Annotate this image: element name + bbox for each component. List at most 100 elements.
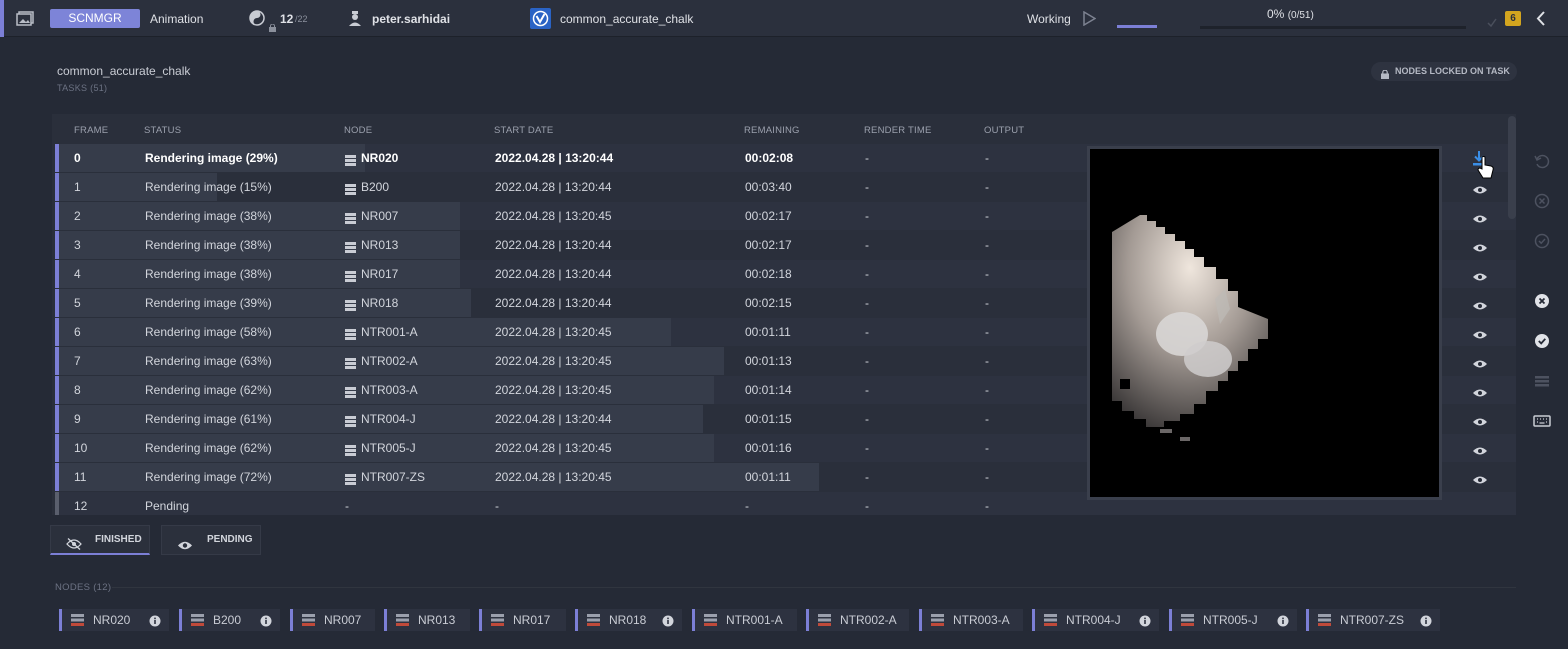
nodes-divider bbox=[112, 587, 1516, 588]
list-icon[interactable] bbox=[1533, 372, 1551, 390]
cell-node[interactable]: NTR004-J bbox=[361, 412, 416, 426]
cell-render-time: - bbox=[865, 412, 869, 426]
info-icon[interactable] bbox=[260, 614, 272, 627]
cell-node[interactable]: B200 bbox=[361, 180, 389, 194]
project-name[interactable]: common_accurate_chalk bbox=[560, 12, 693, 26]
info-icon[interactable] bbox=[662, 614, 674, 627]
info-icon[interactable] bbox=[1420, 614, 1432, 627]
cell-remaining: 00:01:16 bbox=[745, 441, 792, 455]
eye-icon[interactable] bbox=[1472, 414, 1488, 426]
eye-icon[interactable] bbox=[1472, 298, 1488, 310]
nodes-section-label: NODES (12) bbox=[55, 582, 112, 593]
table-header: FRAME STATUS NODE START DATE REMAINING R… bbox=[52, 114, 1516, 144]
node-chip-accent bbox=[692, 609, 695, 631]
eye-off-icon bbox=[66, 534, 82, 550]
row-status-accent bbox=[55, 289, 59, 317]
node-chip[interactable]: NR020 bbox=[59, 609, 169, 631]
pending-filter-button[interactable]: PENDING bbox=[161, 525, 261, 555]
node-chip[interactable]: B200 bbox=[179, 609, 280, 631]
cell-node[interactable]: NR013 bbox=[361, 238, 398, 252]
row-status-accent bbox=[55, 347, 59, 375]
node-chip[interactable]: NTR004-J bbox=[1032, 609, 1159, 631]
cell-output: - bbox=[985, 238, 989, 252]
project-logo-icon bbox=[530, 8, 551, 29]
cell-start-date: 2022.04.28 | 13:20:45 bbox=[495, 470, 612, 484]
node-chip[interactable]: NTR007-ZS bbox=[1306, 609, 1440, 631]
chevron-left-icon[interactable] bbox=[1535, 11, 1547, 26]
eye-icon[interactable] bbox=[1472, 472, 1488, 484]
node-chip[interactable]: NR018 bbox=[575, 609, 682, 631]
info-icon[interactable] bbox=[1139, 614, 1151, 627]
info-icon[interactable] bbox=[149, 614, 161, 627]
cell-status: Rendering image (61%) bbox=[145, 412, 272, 426]
node-chip[interactable]: NTR005-J bbox=[1169, 609, 1297, 631]
play-icon[interactable] bbox=[1082, 10, 1097, 27]
yin-yang-icon bbox=[249, 10, 265, 26]
cell-frame: 7 bbox=[74, 354, 81, 368]
cell-node[interactable]: NR018 bbox=[361, 296, 398, 310]
node-chip[interactable]: NTR002-A bbox=[806, 609, 909, 631]
server-icon bbox=[587, 614, 600, 627]
node-chip-label: NTR005-J bbox=[1203, 613, 1258, 627]
cell-node[interactable]: NTR005-J bbox=[361, 441, 416, 455]
node-chip[interactable]: NTR003-A bbox=[919, 609, 1023, 631]
server-icon bbox=[1318, 614, 1331, 627]
cell-start-date: 2022.04.28 | 13:20:45 bbox=[495, 325, 612, 339]
pending-filter-label: PENDING bbox=[207, 534, 253, 545]
undo-icon[interactable] bbox=[1533, 152, 1551, 170]
header-status[interactable]: STATUS bbox=[144, 125, 181, 136]
cancel-icon[interactable] bbox=[1533, 192, 1551, 210]
check-circle-icon[interactable] bbox=[1533, 232, 1551, 250]
keyboard-icon[interactable] bbox=[1533, 412, 1551, 430]
user-name[interactable]: peter.sarhidai bbox=[372, 12, 450, 26]
table-scrollbar[interactable] bbox=[1508, 116, 1516, 219]
cell-node[interactable]: NR017 bbox=[361, 267, 398, 281]
finished-filter-button[interactable]: FINISHED bbox=[50, 525, 150, 555]
notification-badge[interactable]: 6 bbox=[1505, 11, 1521, 26]
cell-node[interactable]: NR007 bbox=[361, 209, 398, 223]
cell-node[interactable]: NTR003-A bbox=[361, 383, 418, 397]
node-chip[interactable]: NR017 bbox=[479, 609, 566, 631]
eye-icon[interactable] bbox=[1472, 443, 1488, 455]
cell-frame: 12 bbox=[74, 499, 88, 513]
header-output[interactable]: OUTPUT bbox=[984, 125, 1024, 136]
eye-icon[interactable] bbox=[1472, 385, 1488, 397]
node-chip[interactable]: NTR001-A bbox=[692, 609, 797, 631]
cell-start-date: 2022.04.28 | 13:20:45 bbox=[495, 354, 612, 368]
cell-output: - bbox=[985, 296, 989, 310]
cell-node[interactable]: NR020 bbox=[361, 151, 398, 165]
server-icon bbox=[191, 614, 204, 627]
header-render-time[interactable]: RENDER TIME bbox=[864, 125, 931, 136]
image-icon[interactable] bbox=[16, 11, 34, 26]
user-icon bbox=[349, 11, 361, 26]
check-icon bbox=[1487, 14, 1497, 28]
check-filled-icon[interactable] bbox=[1533, 332, 1551, 350]
header-start-date[interactable]: START DATE bbox=[494, 125, 553, 136]
cell-node[interactable]: NTR007-ZS bbox=[361, 470, 425, 484]
node-chip-accent bbox=[179, 609, 182, 631]
cell-node[interactable]: NTR001-A bbox=[361, 325, 418, 339]
node-chip[interactable]: NR013 bbox=[384, 609, 470, 631]
app-chip[interactable]: SCNMGR bbox=[50, 9, 140, 28]
cell-render-time: - bbox=[865, 325, 869, 339]
header-remaining[interactable]: REMAINING bbox=[744, 125, 800, 136]
cell-node[interactable]: NTR002-A bbox=[361, 354, 418, 368]
cell-node[interactable]: - bbox=[345, 499, 349, 513]
header-frame[interactable]: FRAME bbox=[74, 125, 108, 136]
info-icon[interactable] bbox=[1277, 614, 1289, 627]
header-node[interactable]: NODE bbox=[344, 125, 372, 136]
node-chip[interactable]: NR007 bbox=[290, 609, 375, 631]
eye-icon[interactable] bbox=[1472, 240, 1488, 252]
eye-icon[interactable] bbox=[1472, 211, 1488, 223]
nodes-locked-pill[interactable]: NODES LOCKED ON TASK bbox=[1371, 62, 1517, 81]
cancel-filled-icon[interactable] bbox=[1533, 292, 1551, 310]
eye-icon[interactable] bbox=[1472, 269, 1488, 281]
eye-icon[interactable] bbox=[1472, 327, 1488, 339]
node-chip-accent bbox=[1032, 609, 1035, 631]
node-chip-label: NR020 bbox=[93, 613, 131, 627]
eye-icon[interactable] bbox=[1472, 356, 1488, 368]
cell-output: - bbox=[985, 151, 989, 165]
eye-icon[interactable] bbox=[1472, 182, 1488, 194]
render-preview[interactable] bbox=[1087, 146, 1442, 500]
cell-status: Rendering image (38%) bbox=[145, 267, 272, 281]
